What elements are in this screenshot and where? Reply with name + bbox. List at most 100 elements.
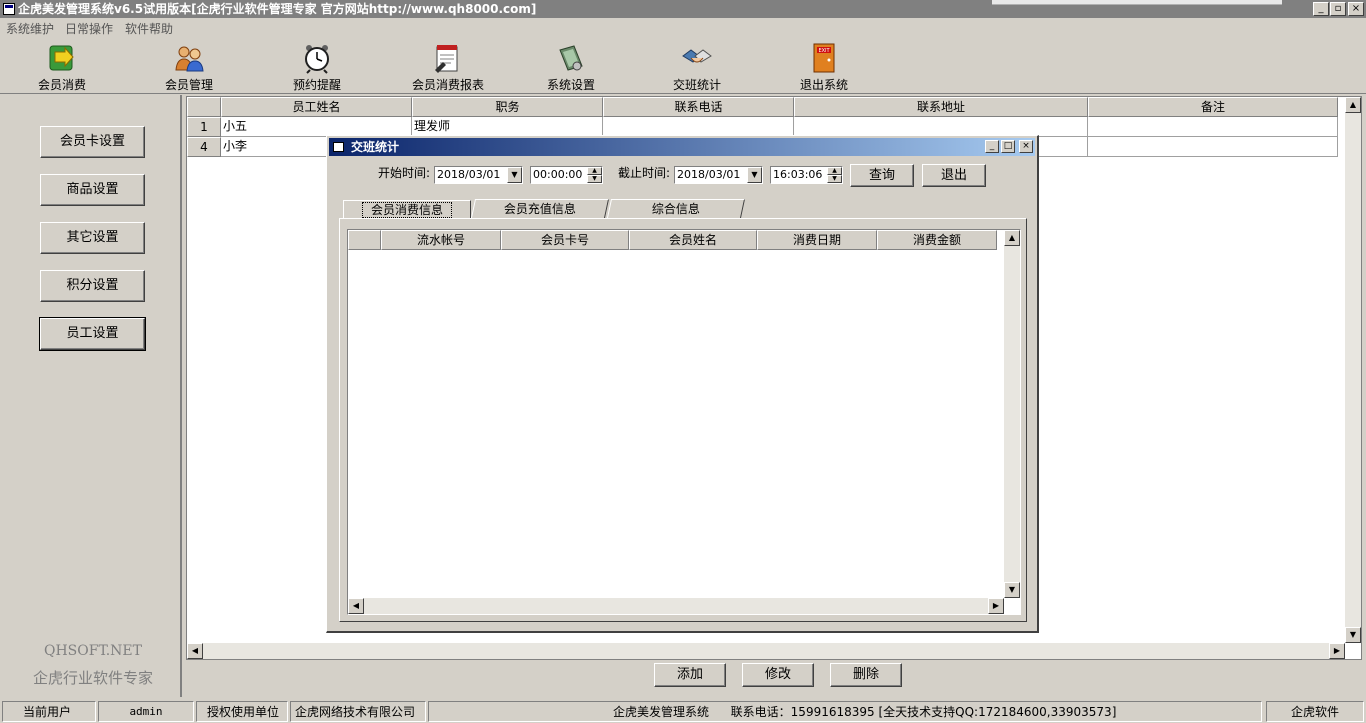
delete-button[interactable]: 删除: [830, 663, 902, 687]
dialog-grid-horizontal-scrollbar[interactable]: ◀ ▶: [348, 598, 1004, 614]
edit-button[interactable]: 修改: [742, 663, 814, 687]
row-number[interactable]: 4: [187, 137, 221, 157]
background-window-edge: [992, 0, 1282, 5]
brand-website: QHSOFT.NET: [43, 643, 142, 659]
app-icon[interactable]: [3, 3, 15, 15]
dialog-title: 交班统计: [351, 140, 400, 154]
column-header-card-no[interactable]: 会员卡号: [501, 230, 629, 250]
toolbar-label: 会员消费报表: [411, 78, 484, 92]
contact-info: 联系电话：15991618395 [全天技术支持QQ:172184600,339…: [730, 705, 1117, 719]
license-label: 授权使用单位: [196, 701, 288, 722]
column-header-address[interactable]: 联系地址: [794, 97, 1088, 117]
column-header-role[interactable]: 职务: [412, 97, 603, 117]
product-settings-button[interactable]: 商品设置: [40, 174, 145, 206]
tab-label: 会员消费信息: [361, 202, 452, 218]
scroll-right-arrow-icon[interactable]: ▶: [988, 598, 1004, 614]
status-info: 企虎美发管理系统 联系电话：15991618395 [全天技术支持QQ:1721…: [428, 701, 1262, 722]
column-header-consume-amount[interactable]: 消费金额: [877, 230, 997, 250]
scroll-down-arrow-icon[interactable]: ▼: [1345, 627, 1361, 643]
current-user-label: 当前用户: [2, 701, 96, 722]
query-button[interactable]: 查询: [850, 164, 914, 187]
toolbar-exit-system[interactable]: EXIT 退出系统: [774, 40, 874, 92]
start-date-picker[interactable]: 2018/03/01 ▼: [434, 166, 523, 184]
dialog-maximize-icon[interactable]: □: [1001, 140, 1015, 153]
exit-door-icon: EXIT: [813, 43, 835, 73]
column-header-note[interactable]: 备注: [1088, 97, 1338, 117]
toolbar-label: 交班统计: [672, 78, 721, 92]
scroll-left-arrow-icon[interactable]: ◀: [187, 643, 203, 659]
spin-up-icon[interactable]: ▲: [587, 167, 602, 175]
tab-panel: 流水帐号 会员卡号 会员姓名 消费日期 消费金额 ▲ ▼ ◀ ▶: [339, 218, 1027, 622]
grid-vertical-scrollbar[interactable]: ▲ ▼: [1345, 97, 1361, 643]
start-time-spinner[interactable]: 00:00:00 ▲ ▼: [530, 166, 603, 184]
cell-note[interactable]: [1088, 137, 1338, 157]
row-header-corner: [187, 97, 221, 117]
end-time-value: 16:03:06: [773, 168, 823, 181]
end-date-value: 2018/03/01: [677, 168, 741, 181]
alarm-clock-icon: [305, 45, 329, 74]
member-card-settings-button[interactable]: 会员卡设置: [40, 126, 145, 158]
scroll-left-arrow-icon[interactable]: ◀: [348, 598, 364, 614]
column-header-serial[interactable]: 流水帐号: [381, 230, 501, 250]
employee-settings-button[interactable]: 员工设置: [39, 317, 146, 351]
scroll-right-arrow-icon[interactable]: ▶: [1329, 643, 1345, 659]
scroll-down-arrow-icon[interactable]: ▼: [1004, 582, 1020, 598]
row-number[interactable]: 1: [187, 117, 221, 137]
license-value: 企虎网络技术有限公司: [290, 701, 426, 722]
tab-label: 综合信息: [651, 202, 700, 216]
shift-statistics-dialog[interactable]: 交班统计 _ □ × 开始时间: 2018/03/01 ▼ 00:00:00 ▲…: [326, 135, 1039, 633]
current-user-value: admin: [98, 701, 194, 722]
column-header-name[interactable]: 员工姓名: [221, 97, 412, 117]
scroll-up-arrow-icon[interactable]: ▲: [1345, 97, 1361, 113]
dialog-title-bar[interactable]: 交班统计 _ □ ×: [329, 138, 1035, 156]
dialog-minimize-icon[interactable]: _: [985, 140, 999, 153]
cell-role[interactable]: 理发师: [412, 117, 603, 137]
spin-down-icon[interactable]: ▼: [587, 175, 602, 183]
spin-down-icon[interactable]: ▼: [827, 175, 842, 183]
tab-member-recharge-info[interactable]: 会员充值信息: [470, 199, 610, 218]
chevron-down-icon[interactable]: ▼: [747, 167, 762, 183]
menu-bar: 系统维护 日常操作 软件帮助: [0, 18, 1366, 38]
handshake-icon: [682, 49, 712, 63]
end-date-picker[interactable]: 2018/03/01 ▼: [674, 166, 763, 184]
points-settings-button[interactable]: 积分设置: [40, 270, 145, 302]
add-button[interactable]: 添加: [654, 663, 726, 687]
toolbar-appointment-reminder[interactable]: 预约提醒: [267, 40, 367, 92]
toolbar-label: 系统设置: [546, 78, 595, 92]
toolbar-member-manage[interactable]: 会员管理: [139, 40, 239, 92]
tab-member-consume-info[interactable]: 会员消费信息: [343, 200, 471, 219]
dialog-close-icon[interactable]: ×: [1019, 140, 1033, 153]
cell-name[interactable]: 小五: [221, 117, 412, 137]
tab-summary-info[interactable]: 综合信息: [606, 199, 746, 218]
column-header-phone[interactable]: 联系电话: [603, 97, 794, 117]
dialog-exit-button[interactable]: 退出: [922, 164, 986, 187]
toolbar-shift-statistics[interactable]: 交班统计: [647, 40, 747, 92]
minimize-button[interactable]: _: [1313, 2, 1329, 16]
grid-horizontal-scrollbar[interactable]: ◀ ▶: [187, 643, 1345, 659]
row-header-corner: [348, 230, 381, 250]
toolbar-label: 会员管理: [164, 78, 213, 92]
menu-software-help[interactable]: 软件帮助: [125, 20, 173, 37]
column-header-member-name[interactable]: 会员姓名: [629, 230, 757, 250]
toolbar-member-consume[interactable]: 会员消费: [12, 40, 112, 92]
other-settings-button[interactable]: 其它设置: [40, 222, 145, 254]
menu-daily-operations[interactable]: 日常操作: [65, 20, 113, 37]
dialog-app-icon: [333, 142, 344, 152]
dialog-grid-vertical-scrollbar[interactable]: ▲ ▼: [1004, 230, 1020, 598]
restore-button[interactable]: ▫: [1330, 2, 1346, 16]
toolbar-system-settings[interactable]: 系统设置: [521, 40, 621, 92]
cell-note[interactable]: [1088, 117, 1338, 137]
chevron-down-icon[interactable]: ▼: [507, 167, 522, 183]
cell-phone[interactable]: [603, 117, 794, 137]
menu-system-maintenance[interactable]: 系统维护: [6, 20, 54, 37]
close-button[interactable]: ×: [1348, 2, 1364, 16]
end-time-spinner[interactable]: 16:03:06 ▲ ▼: [770, 166, 843, 184]
consume-grid[interactable]: 流水帐号 会员卡号 会员姓名 消费日期 消费金额 ▲ ▼ ◀ ▶: [347, 229, 1021, 615]
scroll-up-arrow-icon[interactable]: ▲: [1004, 230, 1020, 246]
cell-address[interactable]: [794, 117, 1088, 137]
left-panel: 会员卡设置 商品设置 其它设置 积分设置 员工设置 QHSOFT.NET 企虎行…: [0, 95, 182, 697]
toolbar-consume-report[interactable]: 会员消费报表: [393, 40, 503, 92]
column-header-consume-date[interactable]: 消费日期: [757, 230, 877, 250]
exit-sign-text: EXIT: [818, 48, 830, 54]
spin-up-icon[interactable]: ▲: [827, 167, 842, 175]
